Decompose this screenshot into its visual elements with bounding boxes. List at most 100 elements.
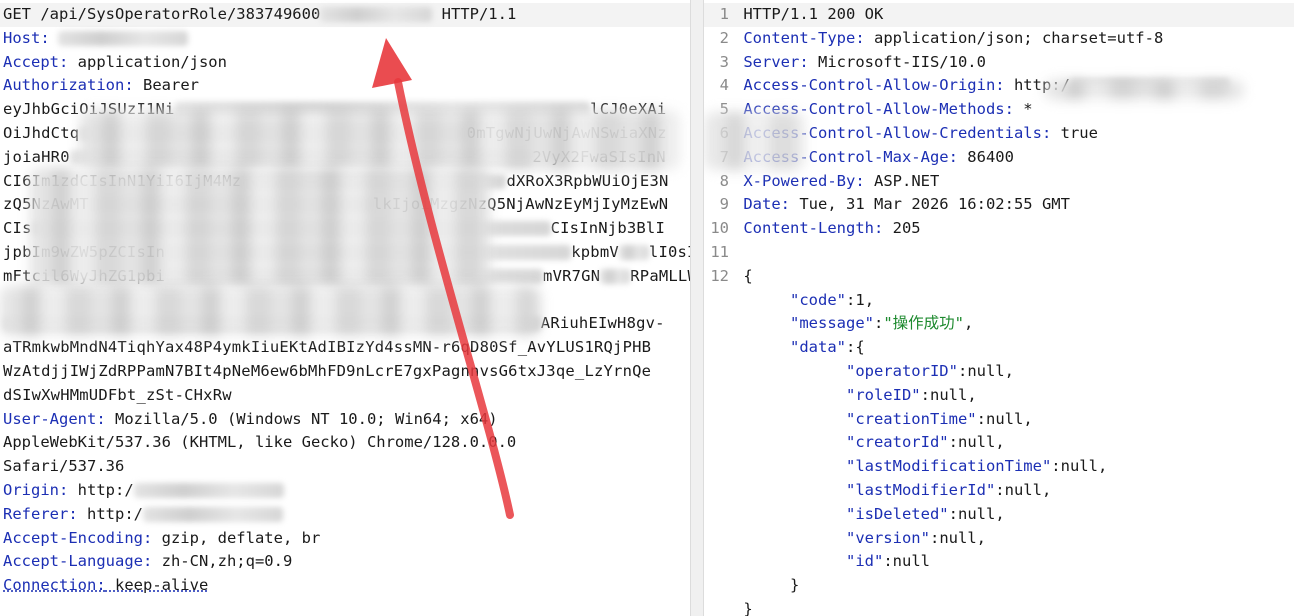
response-line: "creatorId":null, bbox=[704, 431, 1294, 455]
json-value: "操作成功" bbox=[883, 314, 965, 333]
token-text: dSIwXwHMmUDFbt_zSt-CHxRw bbox=[3, 385, 232, 404]
json-key: "operatorID" bbox=[845, 361, 958, 380]
header-value: 86400 bbox=[957, 147, 1014, 166]
header-user-agent-cont-2: Safari/537.36 bbox=[3, 457, 125, 476]
line-number bbox=[704, 503, 734, 527]
punct: :{ bbox=[846, 338, 865, 357]
response-line: "version":null, bbox=[704, 527, 1294, 551]
header-accept-encoding: Accept-Encoding: gzip, deflate, br bbox=[3, 528, 321, 547]
punct: , bbox=[1097, 457, 1108, 476]
line-text: Content-Length: 205 bbox=[734, 217, 1294, 241]
line-text bbox=[734, 241, 1294, 265]
line-number bbox=[704, 360, 734, 384]
json-value: null bbox=[957, 433, 996, 452]
json-key: "creationTime" bbox=[845, 409, 977, 428]
line-number: 1 bbox=[719, 5, 729, 23]
response-line: 1 HTTP/1.1 200 OK bbox=[704, 3, 1294, 27]
header-user-agent: User-Agent: Mozilla/5.0 (Windows NT 10.0… bbox=[3, 409, 498, 428]
line-text: "id":null bbox=[734, 550, 1294, 574]
punct: , bbox=[1023, 409, 1033, 428]
punct: , bbox=[1004, 361, 1014, 380]
line-text: "message":"操作成功", bbox=[734, 312, 1294, 336]
redaction-mosaic-origin bbox=[1044, 80, 1244, 100]
punct: : bbox=[948, 433, 958, 452]
response-line: "roleID":null, bbox=[704, 384, 1294, 408]
json-value: null bbox=[967, 361, 1005, 380]
punct: : bbox=[957, 361, 968, 380]
header-connection: Connection: keep-alive bbox=[3, 576, 209, 595]
request-pane[interactable]: GET /api/SysOperatorRole/383749600 HTTP/… bbox=[0, 0, 690, 616]
pane-splitter[interactable] bbox=[690, 0, 704, 616]
header-accept: Accept: application/json bbox=[3, 52, 227, 71]
token-text: OiJhdCtq bbox=[3, 123, 80, 142]
punct: , bbox=[964, 314, 974, 333]
json-key: "lastModifierId" bbox=[845, 480, 996, 499]
header-referer: Referer: http:/ bbox=[3, 503, 690, 527]
line-number: 4 bbox=[719, 76, 729, 95]
response-line: "isDeleted":null, bbox=[704, 503, 1294, 527]
line-number: 8 bbox=[719, 171, 729, 190]
punct: : bbox=[1051, 457, 1061, 476]
header-value: Tue, 31 Mar 2026 16:02:55 GMT bbox=[790, 195, 1070, 214]
json-value: null bbox=[1060, 457, 1098, 476]
line-text: Server: Microsoft-IIS/10.0 bbox=[734, 51, 1294, 75]
line-text: "code":1, bbox=[734, 289, 1294, 313]
line-number: 12 bbox=[710, 266, 729, 285]
response-line: 12 { bbox=[704, 265, 1294, 289]
header-accept-language: Accept-Language: zh-CN,zh;q=0.9 bbox=[3, 552, 293, 571]
header-name: Content-Length: bbox=[734, 219, 884, 238]
json-key: "roleID" bbox=[845, 385, 921, 404]
request-method-path: GET /api/SysOperatorRole/383749600 bbox=[3, 5, 321, 23]
line-number bbox=[704, 289, 734, 313]
punct: : bbox=[976, 409, 986, 428]
token-text: RPaMLLW bbox=[630, 266, 690, 285]
token-text: kpbmV bbox=[571, 242, 619, 261]
punct: : bbox=[846, 290, 856, 309]
response-pane[interactable]: 1 HTTP/1.1 200 OK 2 Content-Type: applica… bbox=[704, 0, 1294, 616]
header-authorization: Authorization: Bearer bbox=[3, 76, 199, 95]
line-text: Content-Type: application/json; charset=… bbox=[734, 27, 1294, 51]
response-line: "creationTime":null, bbox=[704, 408, 1294, 432]
response-line: } bbox=[704, 574, 1294, 598]
json-value: null bbox=[1004, 480, 1042, 499]
header-name: Date: bbox=[734, 195, 790, 214]
response-line: } bbox=[704, 598, 1294, 616]
line-text: "lastModificationTime":null, bbox=[734, 455, 1294, 479]
json-value: 1 bbox=[855, 290, 865, 309]
line-text: Access-Control-Allow-Methods: * bbox=[734, 98, 1294, 122]
json-value: null bbox=[892, 552, 930, 571]
response-line: 11 bbox=[704, 241, 1294, 265]
status-text: { bbox=[734, 266, 753, 285]
line-text: "creationTime":null, bbox=[734, 408, 1294, 432]
line-number bbox=[704, 431, 734, 455]
status-text: HTTP/1.1 200 OK bbox=[734, 5, 884, 23]
header-value: * bbox=[1013, 100, 1033, 119]
json-key: "code" bbox=[790, 290, 846, 309]
line-text: { bbox=[734, 265, 1294, 289]
response-line: "lastModifierId":null, bbox=[704, 479, 1294, 503]
line-number bbox=[704, 336, 734, 360]
header-value: application/json; charset=utf-8 bbox=[864, 28, 1164, 47]
token-text: mVR7GN bbox=[543, 266, 601, 285]
header-name: X-Powered-By: bbox=[734, 171, 865, 190]
redacted-token-segment bbox=[618, 244, 649, 260]
punct: , bbox=[864, 290, 875, 309]
token-line: WzAtdjjIWjZdRPPamN7BIt4pNeM6ew6bMhFD9nLc… bbox=[3, 360, 690, 384]
json-key: "data" bbox=[790, 338, 846, 357]
punct: , bbox=[995, 504, 1005, 523]
token-text: aTRmkwbMndN4TiqhYax48P4ymkIiuEKtAdIBIzYd… bbox=[3, 338, 652, 357]
line-number bbox=[704, 312, 734, 336]
json-key: "creatorId" bbox=[845, 433, 949, 452]
response-line: "code":1, bbox=[704, 289, 1294, 313]
json-key: "lastModificationTime" bbox=[845, 457, 1052, 476]
token-text: CIsInNjb3BlI bbox=[550, 219, 665, 238]
line-text: "roleID":null, bbox=[734, 384, 1294, 408]
line-number: 3 bbox=[719, 52, 729, 71]
